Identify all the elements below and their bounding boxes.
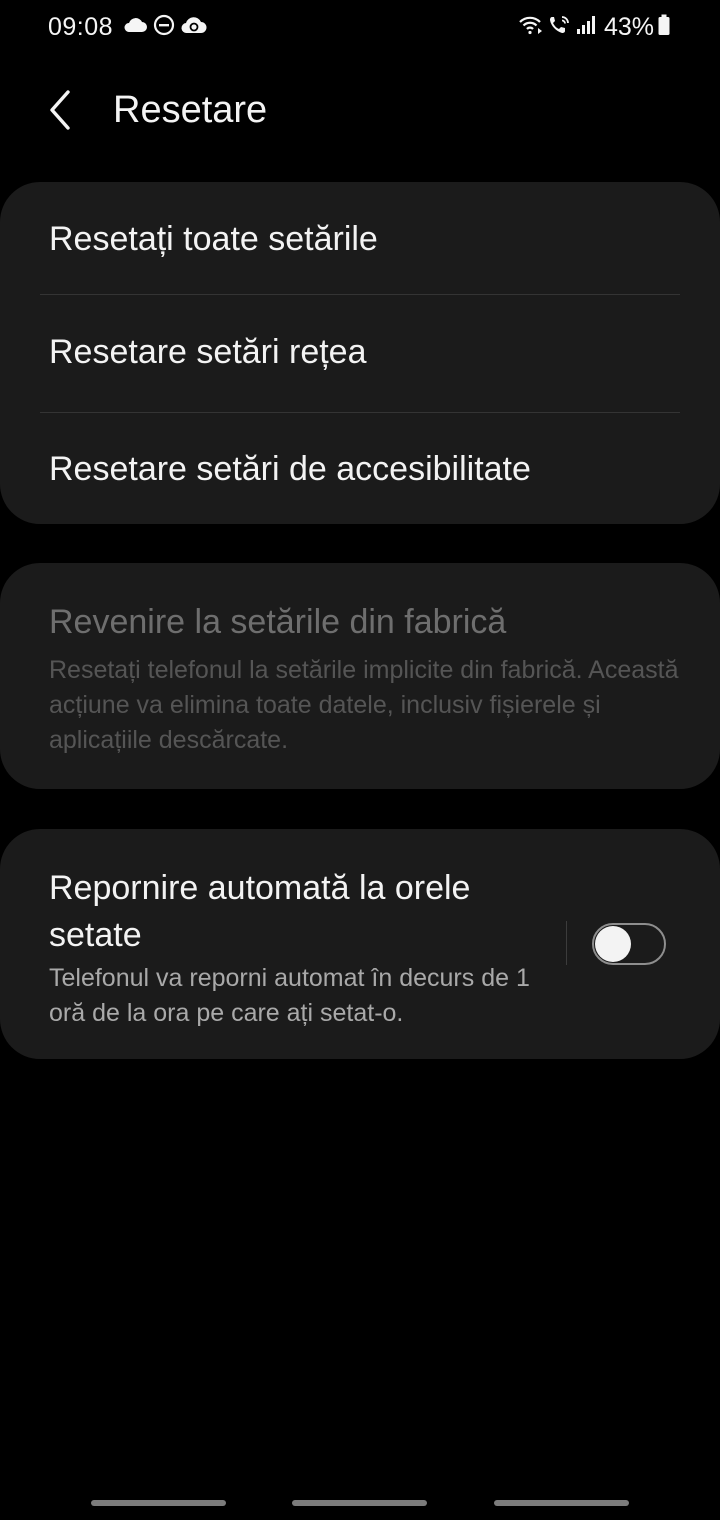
reset-all-settings-item[interactable]: Resetați toate setările (0, 182, 720, 294)
app-header: Resetare (0, 70, 720, 150)
navigation-bar (0, 1490, 720, 1520)
auto-restart-description: Telefonul va reporni automat în decurs d… (49, 964, 530, 1027)
page-title: Resetare (113, 89, 268, 131)
reset-network-settings-label: Resetare setări rețea (49, 333, 367, 371)
volte-icon (548, 14, 572, 41)
factory-reset-title: Revenire la setările din fabrică (49, 603, 507, 641)
auto-restart-card: Repornire automată la orele setate Telef… (0, 829, 720, 1059)
reset-options-card: Resetați toate setările Resetare setări … (0, 182, 720, 524)
status-bar: 09:08 43% (0, 0, 720, 56)
home-handle[interactable] (292, 1500, 427, 1506)
recent-apps-handle[interactable] (91, 1500, 226, 1506)
reset-accessibility-settings-item[interactable]: Resetare setări de accesibilitate (0, 413, 720, 524)
status-left: 09:08 (48, 12, 213, 42)
chevron-left-icon (50, 90, 70, 130)
cloud-sync-icon (181, 14, 207, 41)
reset-accessibility-settings-label: Resetare setări de accesibilitate (49, 450, 531, 488)
reset-all-settings-label: Resetați toate setările (49, 220, 378, 258)
factory-reset-item: Revenire la setările din fabrică Resetaț… (0, 563, 720, 789)
battery-percentage: 43% (603, 12, 654, 41)
toggle-knob (595, 926, 631, 962)
reset-network-settings-item[interactable]: Resetare setări rețea (0, 295, 720, 412)
factory-reset-card: Revenire la setările din fabrică Resetaț… (0, 563, 720, 789)
auto-restart-item[interactable]: Repornire automată la orele setate Telef… (0, 829, 560, 1059)
signal-icon (576, 15, 596, 40)
battery-icon (658, 14, 670, 41)
auto-restart-title: Repornire automată la orele setate (49, 869, 471, 954)
factory-reset-description: Resetați telefonul la setările implicite… (49, 656, 679, 754)
wifi-calling-icon (518, 14, 544, 41)
status-time: 09:08 (48, 12, 114, 41)
cloud-icon (123, 16, 148, 39)
do-not-disturb-icon (153, 14, 175, 41)
back-button[interactable] (40, 88, 84, 132)
status-right: 43% (518, 12, 674, 42)
toggle-separator (566, 921, 567, 965)
auto-restart-toggle[interactable] (592, 923, 666, 965)
back-handle[interactable] (494, 1500, 629, 1506)
